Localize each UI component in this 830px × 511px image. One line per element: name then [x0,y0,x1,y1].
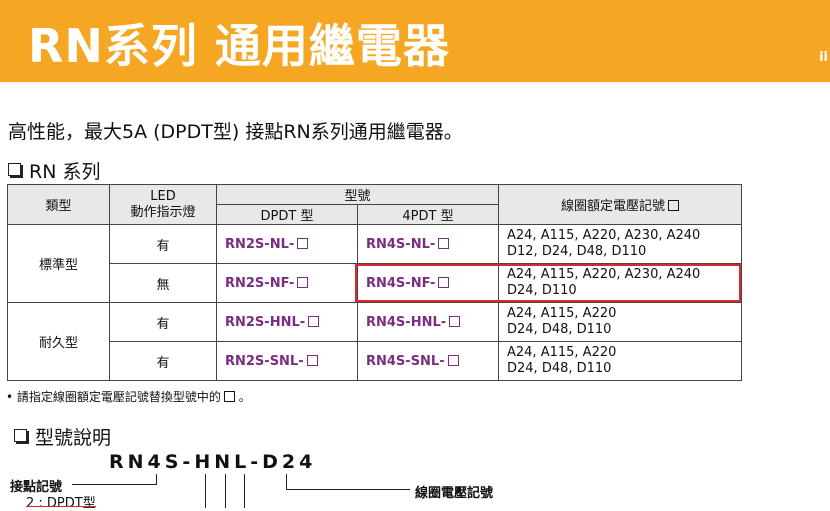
type-cell: 標準型 [7,224,110,303]
dpdt-model-text: RN2S-HNL- [225,314,306,330]
placeholder-box-icon [306,354,318,366]
placeholder-box-icon [449,315,461,327]
4pdt-model-cell: RN4S-SNL- [357,341,499,381]
placeholder-box-icon [438,276,450,288]
placeholder-box-icon [308,315,320,327]
table-row: 標準型 有 RN2S-NL- RN4S-NL- A24, A115, A220,… [7,224,742,303]
coil-line: A24, A115, A220 [507,345,617,360]
header-led-line1: LED [150,188,176,204]
header-type: 類型 [7,184,110,225]
section-heading-model-description: 型號說明 [14,423,111,450]
4pdt-model-text: RN4S-NF- [366,275,436,291]
checkbox-bullet-icon [14,429,27,442]
coil-cell: A24, A115, A220 D24, D48, D110 [498,302,742,342]
model-code: RN4S-HNL-D24 [109,451,317,473]
dpdt-model-text: RN2S-SNL- [225,353,304,369]
leader-line [225,474,226,508]
4pdt-model-cell: RN4S-HNL- [357,302,499,342]
leader-line [72,484,157,485]
header-coil-text: 線圈額定電壓記號 [560,199,665,214]
leader-line [286,489,410,490]
coil-line: D24, D48, D110 [507,322,612,337]
placeholder-box-icon [223,391,235,402]
placeholder-box-icon [297,276,309,288]
coil-cell: A24, A115, A220, A230, A240 D12, D24, D4… [498,224,742,264]
coil-line: A24, A115, A220, A230, A240 [507,228,701,243]
dpdt-model-cell: RN2S-NF- [216,263,358,303]
led-cell: 有 [109,341,217,381]
header-coil: 線圈額定電壓記號 [498,184,742,225]
footnote-tail: 。 [238,390,251,404]
4pdt-model-text: RN4S-NL- [366,236,436,252]
banner-edge-text: ii [819,50,828,65]
table-row: 無 RN2S-NF- RN4S-NF- A24, A115, A220, A23… [8,263,742,303]
section-heading-text: RN 系列 [29,161,101,183]
dpdt-model-text: RN2S-NF- [225,275,295,291]
coil-line: D24, D48, D110 [507,361,612,376]
coil-line: D12, D24, D48, D110 [507,244,647,259]
title-banner: RN系列 通用繼電器 ii [0,0,830,82]
dpdt-model-cell: RN2S-HNL- [216,302,358,342]
footnote: • 請指定線圈額定電壓記號替換型號中的 。 [6,388,251,405]
section-heading-text: 型號說明 [35,427,112,449]
header-model: 型號 [216,184,499,205]
header-led-line2: 動作指示燈 [130,204,196,220]
4pdt-model-text: RN4S-HNL- [366,314,447,330]
4pdt-model-cell: RN4S-NL- [357,224,499,264]
led-cell: 有 [109,224,217,264]
coil-cell: A24, A115, A220 D24, D48, D110 [498,341,742,381]
4pdt-model-cell: RN4S-NF- [357,263,499,303]
dpdt-model-cell: RN2S-SNL- [216,341,358,381]
coil-voltage-label: 線圈電壓記號 [415,486,494,501]
section-heading-rn-series: RN 系列 [8,157,100,184]
spec-table: 類型 LED 動作指示燈 型號 線圈額定電壓記號 DPDT 型 4PDT 型 標… [7,184,742,381]
table-row: 有 RN2S-SNL- RN4S-SNL- A24, A115, A220 D2… [8,341,742,381]
header-4pdt: 4PDT 型 [357,204,499,225]
intro-text: 高性能，最大5A (DPDT型) 接點RN系列通用繼電器。 [8,121,463,143]
led-cell: 無 [109,263,217,303]
placeholder-box-icon [297,237,309,249]
leader-line [156,474,157,485]
bullet-icon: • [6,390,14,404]
leader-line [286,474,287,490]
leader-line [205,474,206,508]
placeholder-box-icon [438,237,450,249]
dpdt-model-text: RN2S-NL- [225,236,295,252]
coil-line: A24, A115, A220 [507,306,617,321]
placeholder-box-icon [668,200,679,211]
led-cell: 有 [109,302,217,342]
dpdt-model-cell: RN2S-NL- [216,224,358,264]
contact-option-label: 2 : DPDT型 [26,496,96,511]
placeholder-box-icon [447,354,459,366]
page-title: RN系列 通用繼電器 [28,19,450,73]
coil-line: A24, A115, A220, A230, A240 [507,267,701,282]
coil-cell: A24, A115, A220, A230, A240 D24, D110 [498,263,742,303]
header-led: LED 動作指示燈 [109,184,217,225]
leader-line [244,474,245,508]
checkbox-bullet-icon [8,163,21,176]
table-row: 耐久型 有 RN2S-HNL- RN4S-HNL- A24, A115, A22… [7,302,742,381]
header-dpdt: DPDT 型 [216,204,358,225]
underline-accent [26,506,96,507]
4pdt-model-text: RN4S-SNL- [366,353,445,369]
coil-line: D24, D110 [507,283,577,298]
type-cell: 耐久型 [7,302,110,381]
footnote-text: 請指定線圈額定電壓記號替換型號中的 [16,390,221,404]
